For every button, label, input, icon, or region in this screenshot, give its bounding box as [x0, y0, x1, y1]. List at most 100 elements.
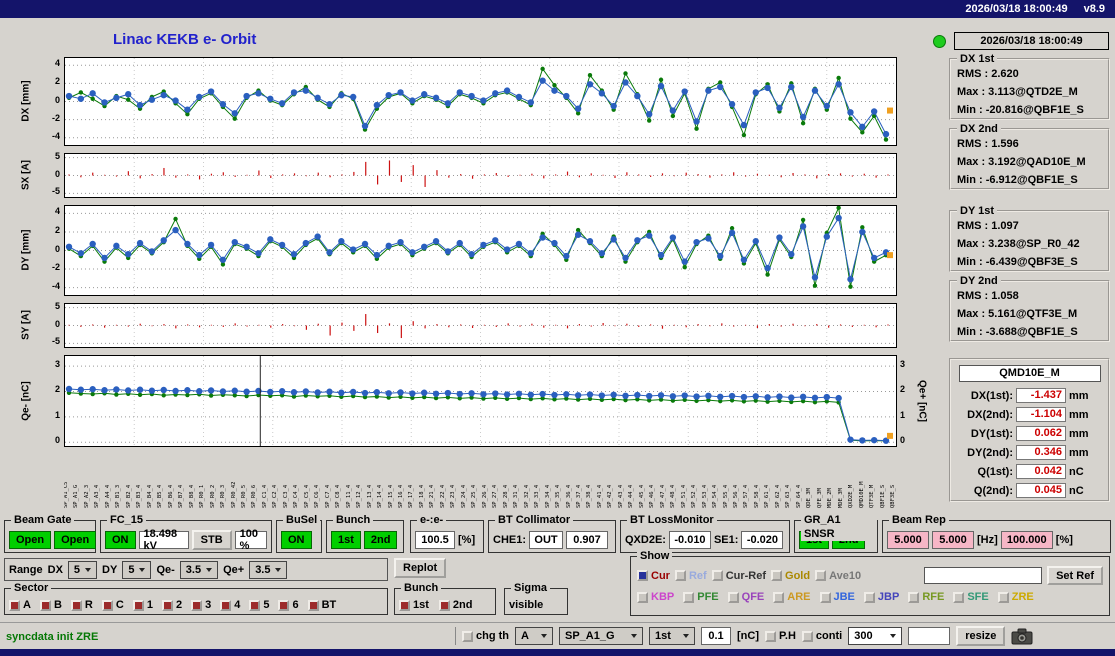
monitor-row: DX(2nd): -1.104 mm — [951, 405, 1108, 424]
show-zre-checkbox[interactable] — [997, 591, 1009, 603]
bpm-label: SP_57_4 — [743, 484, 750, 508]
show-jbp-label: JBP — [877, 591, 900, 603]
monitor-row-label: Q(1st): — [977, 465, 1013, 478]
show-pfe-label: PFE — [697, 591, 719, 603]
show-cur-ref-checkbox[interactable] — [711, 570, 723, 581]
show-are-checkbox[interactable] — [773, 591, 785, 603]
window-title-bar: 2026/03/18 18:00:49 v8.9 — [0, 0, 1115, 18]
busel-on-button[interactable]: ON — [281, 530, 312, 549]
charge-plot[interactable] — [64, 355, 897, 447]
sector-checkbox[interactable] — [9, 599, 20, 611]
bunch-select-group: Bunch 1st 2nd — [394, 581, 496, 615]
bpm-label: SP_C2_4 — [272, 484, 279, 508]
range-qe-plus-dropdown[interactable]: 3.5 — [249, 560, 288, 579]
che1-state-readout[interactable]: OUT — [529, 530, 564, 549]
sx-steering-plot[interactable] — [64, 153, 897, 198]
sector-checkbox[interactable] — [101, 599, 113, 611]
resize-button[interactable]: resize — [956, 626, 1006, 646]
bunch-1st-button[interactable]: 1st — [331, 530, 361, 549]
show-gold-label: Gold — [785, 569, 811, 582]
show-rfe-checkbox[interactable] — [908, 591, 920, 603]
bpm-label: SP_47_4 — [659, 484, 666, 508]
stat-rms: RMS : 1.596 — [957, 138, 1019, 150]
sector-checkbox[interactable] — [278, 599, 290, 611]
sigma-visible-toggle[interactable]: visible — [509, 599, 543, 611]
group-label: Beam Gate — [11, 513, 75, 527]
show-pfe-checkbox[interactable] — [683, 591, 695, 603]
count-combo[interactable]: 300 — [848, 627, 903, 645]
se1-label: SE1: — [713, 533, 739, 546]
show-ref-checkbox[interactable] — [674, 570, 686, 581]
bpm-label: QFE_3M — [816, 488, 823, 508]
bpm-label: SP_R0_3 — [220, 484, 227, 508]
threshold-field[interactable]: 0.1 — [701, 627, 731, 645]
sector-checkbox[interactable] — [220, 599, 232, 611]
sector-checkbox-label: 5 — [263, 599, 270, 611]
show-cur-checkbox[interactable] — [637, 570, 648, 581]
ph-checkbox[interactable] — [765, 630, 776, 642]
sector-checkbox[interactable] — [39, 599, 51, 611]
camera-icon[interactable] — [1011, 628, 1033, 645]
sector-checkbox[interactable] — [70, 599, 82, 611]
sector-checkbox[interactable] — [249, 599, 261, 611]
sector-checkbox[interactable] — [191, 599, 203, 611]
fc15-stb-button[interactable]: STB — [191, 529, 232, 550]
titlebar-version: v8.9 — [1083, 3, 1105, 15]
qxd2e-readout: -0.010 — [668, 530, 711, 549]
sector-checkbox[interactable] — [307, 599, 319, 611]
bpm-label: SP_33_4 — [534, 484, 541, 508]
bpm-label: SP_62_4 — [774, 484, 781, 508]
beam-gate-open-button-1[interactable]: Open — [9, 530, 52, 549]
chevron-down-icon — [683, 634, 689, 638]
sy-steering-plot[interactable] — [64, 303, 897, 348]
ee-ratio-group: e-:e- 100.5 [%] — [410, 513, 484, 553]
beam-gate-open-button-2[interactable]: Open — [54, 530, 97, 549]
fc15-on-button[interactable]: ON — [105, 530, 136, 549]
set-ref-button[interactable]: Set Ref — [1047, 566, 1103, 585]
ref-file-input[interactable] — [924, 567, 1043, 584]
monitor-name[interactable]: QMD10E_M — [958, 365, 1101, 382]
replot-button[interactable]: Replot — [394, 558, 447, 578]
sector-checkbox[interactable] — [132, 599, 144, 611]
show-jbe-checkbox[interactable] — [819, 591, 831, 603]
bpm-label: SP_12_4 — [356, 484, 363, 508]
bpm-label: SP_24_4 — [460, 484, 467, 508]
dy-orbit-plot[interactable] — [64, 205, 897, 296]
show-jbp-checkbox[interactable] — [863, 591, 875, 603]
bunch-select-dropdown[interactable]: 1st — [649, 627, 695, 645]
bunch-checkbox[interactable] — [438, 599, 450, 611]
show-gold-checkbox[interactable] — [771, 570, 783, 581]
bpm-label: SP_35_4 — [555, 484, 562, 508]
range-dy-dropdown[interactable]: 5 — [122, 560, 152, 579]
bpm-label: SP_R0_6 — [251, 484, 258, 508]
sector-checkbox-label: 3 — [205, 599, 212, 611]
chg-th-checkbox[interactable] — [462, 630, 473, 642]
bunch-2nd-button[interactable]: 2nd — [363, 530, 398, 549]
sector-checkbox[interactable] — [161, 599, 173, 611]
bunch-checkbox[interactable] — [399, 599, 410, 611]
monitor-select-dropdown[interactable]: SP_A1_G — [559, 627, 643, 645]
range-dx-dropdown[interactable]: 5 — [67, 560, 98, 579]
dx-axis-ticks: 4 2 0 -2 -4 — [51, 58, 60, 141]
show-sfe-checkbox[interactable] — [953, 591, 965, 603]
bpm-label: SP_51_4 — [680, 484, 687, 508]
stat-box-dx-1st: DX 1st RMS : 2.620 Max : 3.113@QTD2E_M M… — [949, 52, 1110, 120]
dx-orbit-plot[interactable] — [64, 57, 897, 146]
ee-ratio-unit: [%] — [458, 533, 476, 546]
sector-checkbox-label: A — [23, 599, 31, 611]
bpm-label: QXD2E_M — [848, 484, 855, 508]
show-qfe-checkbox[interactable] — [727, 591, 739, 603]
show-ave10-checkbox[interactable] — [815, 570, 827, 581]
show-kbp-checkbox[interactable] — [637, 591, 648, 603]
chevron-down-icon — [541, 634, 547, 638]
monitor-row-value: -1.437 — [1016, 388, 1066, 403]
timestamp-box: 2026/03/18 18:00:49 — [954, 32, 1109, 50]
bt-collimator-group: BT Collimator CHE1: OUT 0.907 — [488, 513, 616, 553]
stat-min: Min : -3.688@QBF1E_S — [957, 326, 1078, 338]
conti-checkbox[interactable] — [801, 630, 813, 642]
range-qe-minus-dropdown[interactable]: 3.5 — [179, 560, 219, 579]
bpm-label: SP_R0_2 — [209, 484, 216, 508]
sector-select-dropdown[interactable]: A — [515, 627, 553, 645]
stat-min: Min : -6.912@QBF1E_S — [957, 174, 1078, 186]
blank-field[interactable] — [908, 627, 951, 645]
